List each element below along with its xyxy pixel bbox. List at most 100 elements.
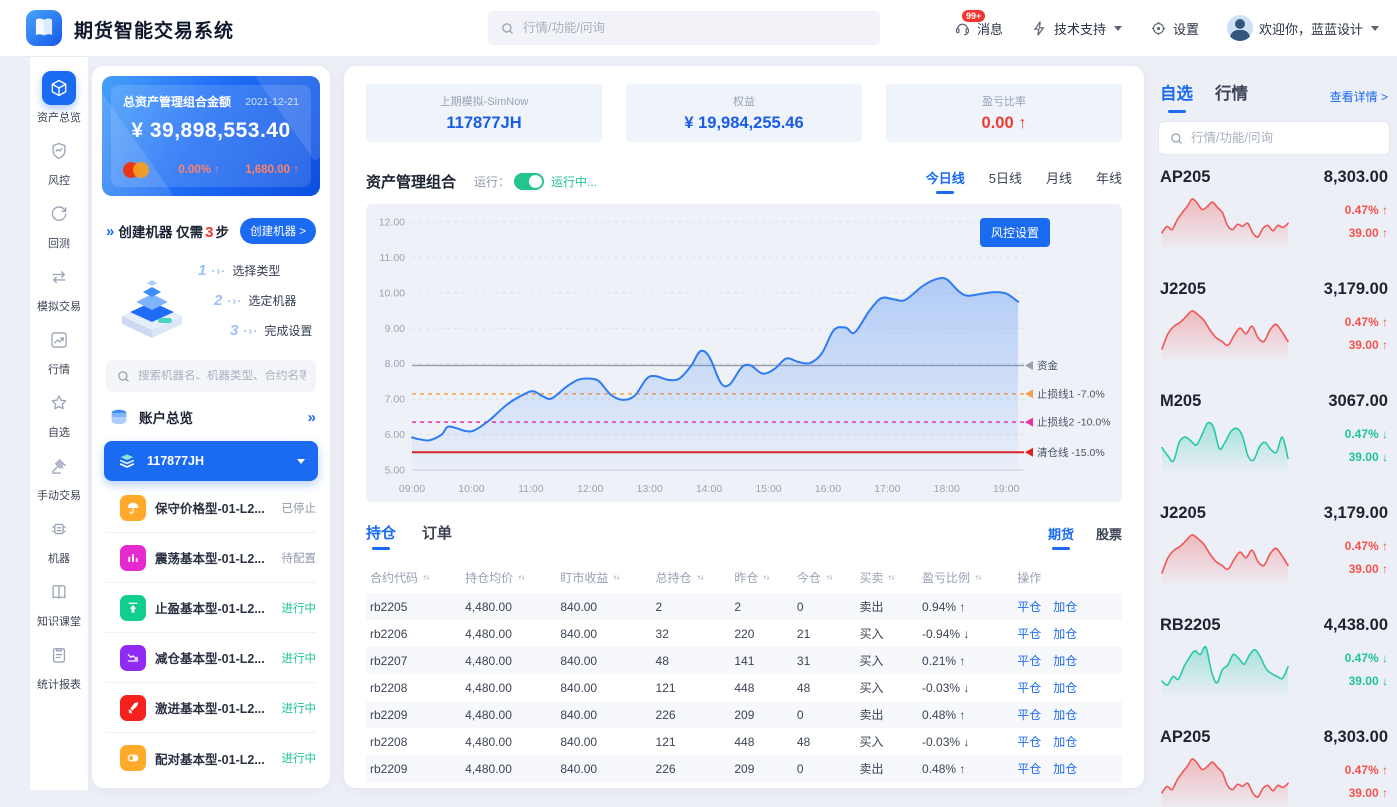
cell-side: 卖出 (855, 755, 918, 782)
up-arrow-icon: ↑ (1014, 114, 1027, 132)
create-robot-button[interactable]: 创建机器 > (240, 218, 316, 244)
umbrella-icon (120, 495, 146, 521)
user-menu[interactable]: 欢迎你，蓝蓝设计 (1227, 15, 1379, 41)
messages-button[interactable]: 99+ 消息 (954, 19, 1003, 38)
chart-period-tabs: 今日线 5日线月线年线 (926, 168, 1122, 194)
column-header-4[interactable]: 总持仓 (652, 562, 731, 593)
close-position-link[interactable]: 平仓 (1017, 708, 1041, 722)
column-header-1[interactable]: 合约代码 (366, 562, 461, 593)
sidebar-item-star[interactable]: 自选 (30, 386, 88, 440)
column-header-2[interactable]: 持仓均价 (461, 562, 556, 593)
add-position-link[interactable]: 加仓 (1053, 762, 1077, 776)
quote-pct-change: 0.47% ↑ (1345, 539, 1388, 553)
robot-list-item[interactable]: 震荡基本型-01-L2...待配置 (106, 533, 316, 583)
robot-search[interactable] (106, 360, 316, 392)
cell-actions: 平仓加仓 (1013, 701, 1122, 728)
watchlist-search[interactable] (1158, 121, 1390, 155)
account-overview-row[interactable]: 账户总览 » (108, 406, 314, 428)
robot-search-input[interactable] (138, 370, 306, 382)
tab-5日线[interactable]: 5日线 (989, 168, 1022, 194)
add-position-link[interactable]: 加仓 (1053, 735, 1077, 749)
cell-yest: 220 (730, 620, 793, 647)
svg-text:12.00: 12.00 (379, 217, 405, 229)
column-header-6[interactable]: 今仓 (793, 562, 856, 593)
robot-list-item[interactable]: 保守价格型-01-L2...已停止 (106, 483, 316, 533)
close-position-link[interactable]: 平仓 (1017, 762, 1041, 776)
star-icon (42, 386, 76, 420)
sidebar-item-clipboard[interactable]: 统计报表 (30, 638, 88, 692)
stat-value: 0.00 ↑ (982, 114, 1027, 133)
tab-自选[interactable]: 自选 (1160, 80, 1193, 113)
sidebar-item-book[interactable]: 知识课堂 (30, 575, 88, 629)
sidebar-item-refresh[interactable]: 回测 (30, 197, 88, 251)
sidebar-item-cube[interactable]: 资产总览 (30, 71, 88, 125)
sidebar-item-shield[interactable]: 风控 (30, 134, 88, 188)
quote-item-J2205[interactable]: J22053,179.000.47% ↑39.00 ↑ (1156, 491, 1392, 603)
view-details-link[interactable]: 查看详情 > (1330, 88, 1388, 105)
welcome-label: 欢迎你，蓝蓝设计 (1259, 19, 1363, 38)
settings-button[interactable]: 设置 (1150, 19, 1199, 38)
add-position-link[interactable]: 加仓 (1053, 627, 1077, 641)
quote-item-AP205[interactable]: AP2058,303.000.47% ↑39.00 ↑ (1156, 155, 1392, 267)
arrowup-icon (120, 595, 146, 621)
svg-text:7.00: 7.00 (385, 394, 406, 406)
global-search-input[interactable] (523, 21, 868, 35)
main-content: 上期模拟-SimNow117877JH权益¥ 19,984,255.46盈亏比率… (344, 66, 1144, 788)
tab-期货[interactable]: 期货 (1048, 524, 1074, 550)
quote-item-RB2205[interactable]: RB22054,438.000.47% ↓39.00 ↓ (1156, 603, 1392, 715)
pair-icon (120, 745, 146, 771)
column-header-7[interactable]: 买卖 (855, 562, 918, 593)
add-position-link[interactable]: 加仓 (1053, 600, 1077, 614)
cell-profit: 840.00 (556, 674, 651, 701)
column-header-5[interactable]: 昨仓 (730, 562, 793, 593)
support-menu[interactable]: 技术支持 (1031, 19, 1122, 38)
quote-list: AP2058,303.000.47% ↑39.00 ↑J22053,179.00… (1156, 155, 1392, 807)
sparkline-chart (1160, 417, 1290, 473)
tab-月线[interactable]: 月线 (1046, 168, 1072, 194)
close-position-link[interactable]: 平仓 (1017, 681, 1041, 695)
robot-list-item[interactable]: 激进基本型-01-L2...进行中 (106, 683, 316, 733)
close-position-link[interactable]: 平仓 (1017, 600, 1041, 614)
column-header-3[interactable]: 盯市收益 (556, 562, 651, 593)
tab-今日线[interactable]: 今日线 (926, 168, 965, 194)
tab-股票[interactable]: 股票 (1096, 524, 1122, 550)
add-position-link[interactable]: 加仓 (1053, 708, 1077, 722)
robot-list-item[interactable]: 配对基本型-01-L2...进行中 (106, 733, 316, 783)
sidebar-item-swap[interactable]: 模拟交易 (30, 260, 88, 314)
run-toggle[interactable] (514, 173, 544, 190)
coins-icon (108, 406, 130, 428)
cell-side: 买入 (855, 674, 918, 701)
watchlist-search-input[interactable] (1191, 131, 1379, 145)
sidebar-item-robot[interactable]: 机器 (30, 512, 88, 566)
column-header-8[interactable]: 盈亏比例 (918, 562, 1013, 593)
cell-code: rb2209 (366, 701, 461, 728)
risk-settings-button[interactable]: 风控设置 (980, 218, 1050, 247)
quote-item-AP205[interactable]: AP2058,303.000.47% ↑39.00 ↑ (1156, 715, 1392, 807)
add-position-link[interactable]: 加仓 (1053, 654, 1077, 668)
sidebar-item-gavel[interactable]: 手动交易 (30, 449, 88, 503)
tab-订单[interactable]: 订单 (422, 522, 452, 550)
step-label: 选定机器 (248, 292, 296, 309)
tab-年线[interactable]: 年线 (1096, 168, 1122, 194)
global-search[interactable] (488, 11, 880, 45)
close-position-link[interactable]: 平仓 (1017, 654, 1041, 668)
dotted-arrow-icon: ·›· (211, 264, 226, 278)
robot-list-item[interactable]: 减仓基本型-01-L2...进行中 (106, 633, 316, 683)
column-header-9[interactable]: 操作 (1013, 562, 1122, 593)
account-selector[interactable]: 117877JH (104, 441, 318, 481)
close-position-link[interactable]: 平仓 (1017, 735, 1041, 749)
tab-行情[interactable]: 行情 (1215, 80, 1248, 113)
watchlist-tabs: 自选行情 (1160, 80, 1248, 113)
robot-list-item[interactable]: 止盈基本型-01-L2...进行中 (106, 583, 316, 633)
add-position-link[interactable]: 加仓 (1053, 681, 1077, 695)
robot-name: 震荡基本型-01-L2... (155, 548, 265, 567)
cell-side: 卖出 (855, 593, 918, 620)
close-position-link[interactable]: 平仓 (1017, 627, 1041, 641)
tab-持仓[interactable]: 持仓 (366, 522, 396, 550)
sparkline-chart (1160, 529, 1290, 585)
quote-item-J2205[interactable]: J22053,179.000.47% ↑39.00 ↑ (1156, 267, 1392, 379)
robot-status: 进行中 (282, 650, 317, 666)
quote-body: 0.47% ↑39.00 ↑ (1160, 529, 1388, 585)
sidebar-item-chart[interactable]: 行情 (30, 323, 88, 377)
quote-item-M205[interactable]: M2053067.000.47% ↓39.00 ↓ (1156, 379, 1392, 491)
